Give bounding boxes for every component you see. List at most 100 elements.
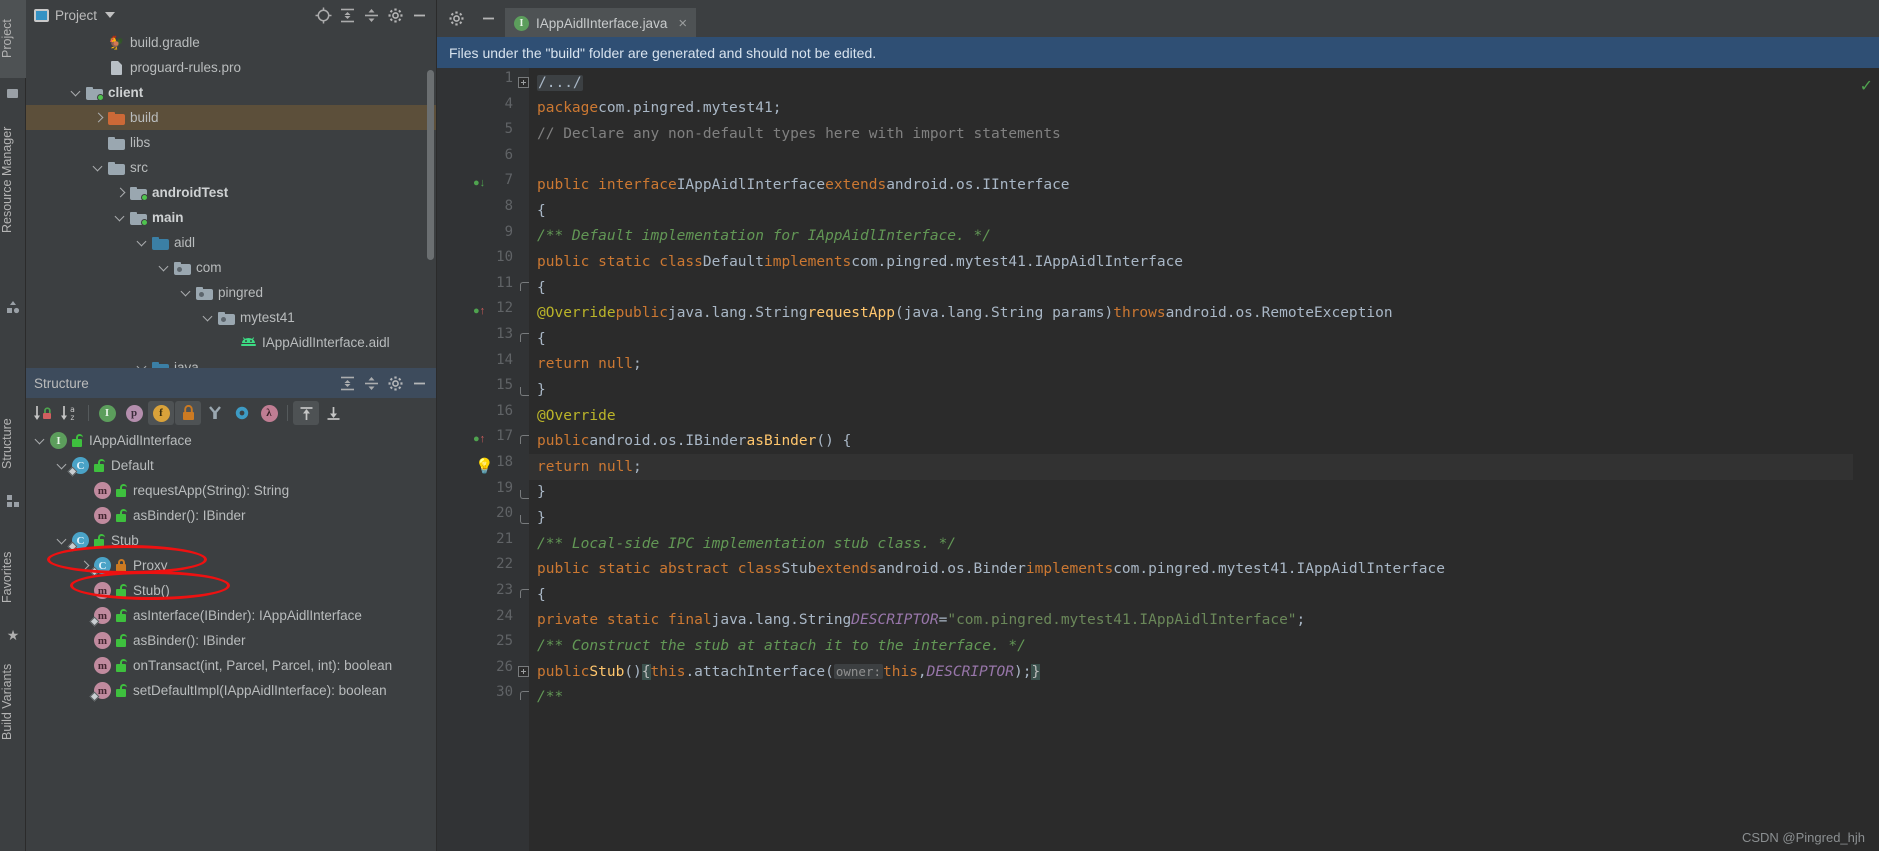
code-line[interactable]: @Override public java.lang.String reques… [537, 300, 1853, 326]
code-line[interactable]: /** Local-side IPC implementation stub c… [537, 531, 1853, 557]
toolwindow-tab-resource-manager[interactable]: Resource Manager [0, 100, 26, 260]
code-line[interactable]: private static final java.lang.String DE… [537, 608, 1853, 634]
project-tree-row[interactable]: client [26, 80, 436, 105]
tree-toggle-down-icon[interactable] [34, 434, 47, 447]
code-line[interactable]: { [537, 582, 1853, 608]
show-properties-icon[interactable]: p [121, 401, 147, 425]
show-lambdas-icon[interactable]: λ [256, 401, 282, 425]
expand-all-icon[interactable] [336, 372, 358, 394]
code-line[interactable]: { [537, 198, 1853, 224]
project-tree[interactable]: 🐓 build.gradle proguard-rules.pro client bui… [26, 30, 436, 368]
project-tree-row[interactable]: libs [26, 130, 436, 155]
toolwindow-tab-structure[interactable]: Structure [0, 398, 26, 490]
implemented-marker-icon[interactable]: ●↓ [473, 177, 485, 189]
code-line[interactable]: package com.pingred.mytest41; [537, 96, 1853, 122]
code-line[interactable]: public static abstract class Stub extend… [537, 556, 1853, 582]
fold-collapse-icon[interactable] [520, 435, 529, 445]
tree-toggle-right-icon[interactable] [92, 111, 105, 124]
fold-collapse-icon[interactable] [520, 489, 529, 499]
structure-toolbar[interactable]: az I p f λ [26, 398, 436, 428]
fold-collapse-icon[interactable] [520, 281, 529, 291]
fold-expand-icon[interactable] [518, 665, 529, 677]
project-tree-row[interactable]: build [26, 105, 436, 130]
sort-by-visibility-icon[interactable] [30, 401, 56, 425]
code-line[interactable] [537, 147, 1853, 173]
structure-tree-row[interactable]: C Default [26, 453, 436, 478]
editor-code-area[interactable]: /.../package com.pingred.mytest41;// Dec… [529, 68, 1853, 851]
fold-collapse-icon[interactable] [520, 515, 529, 525]
code-line[interactable]: public interface IAppAidlInterface exten… [537, 172, 1853, 198]
project-tree-row[interactable]: aidl [26, 230, 436, 255]
tree-toggle-down-icon[interactable] [136, 236, 149, 249]
code-line[interactable]: @Override [537, 403, 1853, 429]
tree-toggle-down-icon[interactable] [158, 261, 171, 274]
tree-toggle-right-icon[interactable] [114, 186, 127, 199]
structure-tree-row[interactable]: m asBinder(): IBinder [26, 503, 436, 528]
project-tree-row[interactable]: main [26, 205, 436, 230]
show-non-public-icon[interactable] [175, 401, 201, 425]
autoscroll-to-source-icon[interactable] [320, 401, 346, 425]
sort-alphabetically-icon[interactable]: az [57, 401, 83, 425]
tree-toggle-down-icon[interactable] [136, 361, 149, 368]
collapse-all-icon[interactable] [360, 4, 382, 26]
structure-tree[interactable]: I IAppAidlInterface C Default m requestApp(St… [26, 428, 436, 851]
fold-expand-icon[interactable] [518, 77, 529, 88]
inspection-status-icon[interactable]: ✓ [1860, 76, 1873, 96]
hide-icon[interactable] [477, 8, 499, 30]
project-tree-row[interactable]: com [26, 255, 436, 280]
collapse-all-icon[interactable] [360, 372, 382, 394]
group-methods-icon[interactable] [202, 401, 228, 425]
hide-icon[interactable] [408, 4, 430, 26]
structure-tree-row[interactable]: m asBinder(): IBinder [26, 628, 436, 653]
structure-tree-row[interactable]: m requestApp(String): String [26, 478, 436, 503]
code-line[interactable]: /.../ [537, 70, 1853, 96]
structure-tree-row[interactable]: C Stub [26, 528, 436, 553]
code-line[interactable]: } [537, 377, 1853, 403]
override-marker-icon[interactable]: ●↑ [473, 305, 485, 317]
close-icon[interactable]: × [678, 15, 687, 32]
structure-tree-row[interactable]: C Proxy [26, 553, 436, 578]
settings-icon[interactable] [384, 372, 406, 394]
autoscroll-from-source-icon[interactable] [293, 401, 319, 425]
editor-right-gutter[interactable]: ✓ [1853, 68, 1879, 851]
settings-icon[interactable] [384, 4, 406, 26]
code-editor[interactable]: 1 4 5 6 7 ●↓ 8 9 10 11 12 ●↑ 13 14 15 16 17 ●↑ 18 💡 19 20 21 22… [437, 68, 1879, 851]
code-line[interactable]: public static class Default implements c… [537, 249, 1853, 275]
code-line[interactable]: /** Default implementation for IAppAidlI… [537, 224, 1853, 250]
editor-tab-iappaidlinterface[interactable]: I IAppAidlInterface.java × [505, 8, 697, 37]
hide-icon[interactable] [408, 372, 430, 394]
tree-toggle-down-icon[interactable] [202, 311, 215, 324]
project-tree-row[interactable]: src [26, 155, 436, 180]
structure-tree-row[interactable]: m setDefaultImpl(IAppAidlInterface): bool… [26, 678, 436, 703]
editor-gutter[interactable]: 1 4 5 6 7 ●↓ 8 9 10 11 12 ●↑ 13 14 15 16 17 ●↑ 18 💡 19 20 21 22… [437, 68, 529, 851]
project-tree-row[interactable]: java [26, 355, 436, 368]
code-line[interactable]: } [537, 480, 1853, 506]
project-tree-row[interactable]: pingred [26, 280, 436, 305]
toolwindow-tab-build-variants[interactable]: Build Variants [0, 644, 26, 760]
project-tree-row[interactable]: androidTest [26, 180, 436, 205]
code-line[interactable]: public Stub() { this .attachInterface( ow… [537, 659, 1853, 685]
project-tree-row[interactable]: IAppAidlInterface.aidl [26, 330, 436, 355]
code-line[interactable]: public android.os.IBinder asBinder() { [537, 428, 1853, 454]
project-tree-row[interactable]: mytest41 [26, 305, 436, 330]
override-marker-icon[interactable]: ●↑ [473, 433, 485, 445]
expand-all-icon[interactable] [336, 4, 358, 26]
intention-bulb-icon[interactable]: 💡 [475, 457, 494, 475]
code-line[interactable]: /** Construct the stub at attach it to t… [537, 633, 1853, 659]
fold-collapse-icon[interactable] [520, 589, 529, 598]
project-tree-row[interactable]: proguard-rules.pro [26, 55, 436, 80]
tree-toggle-down-icon[interactable] [92, 161, 105, 174]
locate-icon[interactable] [312, 4, 334, 26]
project-tree-scrollbar[interactable] [427, 70, 434, 260]
code-line[interactable]: /** [537, 684, 1853, 710]
structure-tree-row[interactable]: m onTransact(int, Parcel, Parcel, int): b… [26, 653, 436, 678]
code-line[interactable]: { [537, 326, 1853, 352]
fold-collapse-icon[interactable] [520, 387, 529, 397]
project-tree-row[interactable]: 🐓 build.gradle [26, 30, 436, 55]
tree-toggle-down-icon[interactable] [70, 86, 83, 99]
code-line[interactable]: return null; [537, 352, 1853, 378]
chevron-down-icon[interactable] [105, 12, 116, 18]
fold-collapse-icon[interactable] [520, 691, 529, 701]
code-line[interactable]: return null; [537, 454, 1853, 480]
tree-toggle-down-icon[interactable] [114, 211, 127, 224]
